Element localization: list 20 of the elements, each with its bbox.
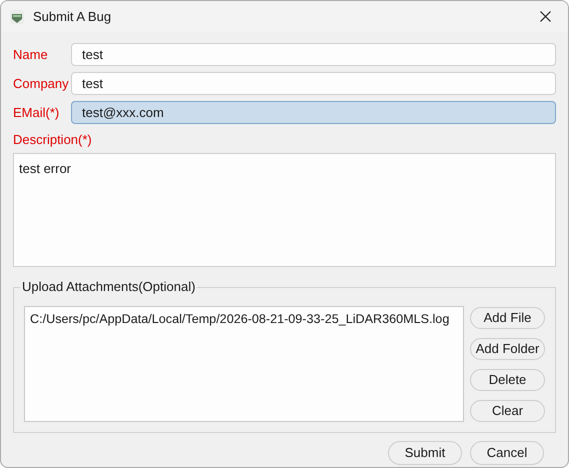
input-field[interactable]: test	[71, 43, 556, 66]
close-icon	[540, 11, 550, 22]
file-list[interactable]: C:/Users/pc/AppData/Local/Temp/2026-08-21-09-33-25_LiDAR360MLS.log	[24, 306, 464, 422]
dialog-button[interactable]: Cancel	[470, 441, 544, 465]
input-field[interactable]: test@xxx.com	[71, 101, 556, 124]
field-label: Name	[13, 46, 49, 64]
attachment-button[interactable]: Add File	[470, 307, 545, 329]
description-field[interactable]: test error	[13, 153, 556, 267]
attachment-button[interactable]: Delete	[470, 369, 545, 391]
field-label: Company	[13, 74, 70, 93]
attachment-button[interactable]: Add Folder	[470, 338, 545, 360]
field-label: EMail(*)	[13, 104, 60, 122]
group-title: Upload Attachments(Optional)	[20, 279, 198, 295]
file-item[interactable]: C:/Users/pc/AppData/Local/Temp/2026-08-21-09-33-25_LiDAR360MLS.log	[30, 310, 458, 328]
description-label: Description(*)	[13, 131, 93, 149]
app-icon	[9, 8, 25, 24]
input-field[interactable]: test	[71, 72, 556, 95]
window-title: Submit A Bug	[33, 8, 112, 26]
dialog-button[interactable]: Submit	[388, 441, 462, 465]
attachment-button[interactable]: Clear	[470, 400, 545, 422]
